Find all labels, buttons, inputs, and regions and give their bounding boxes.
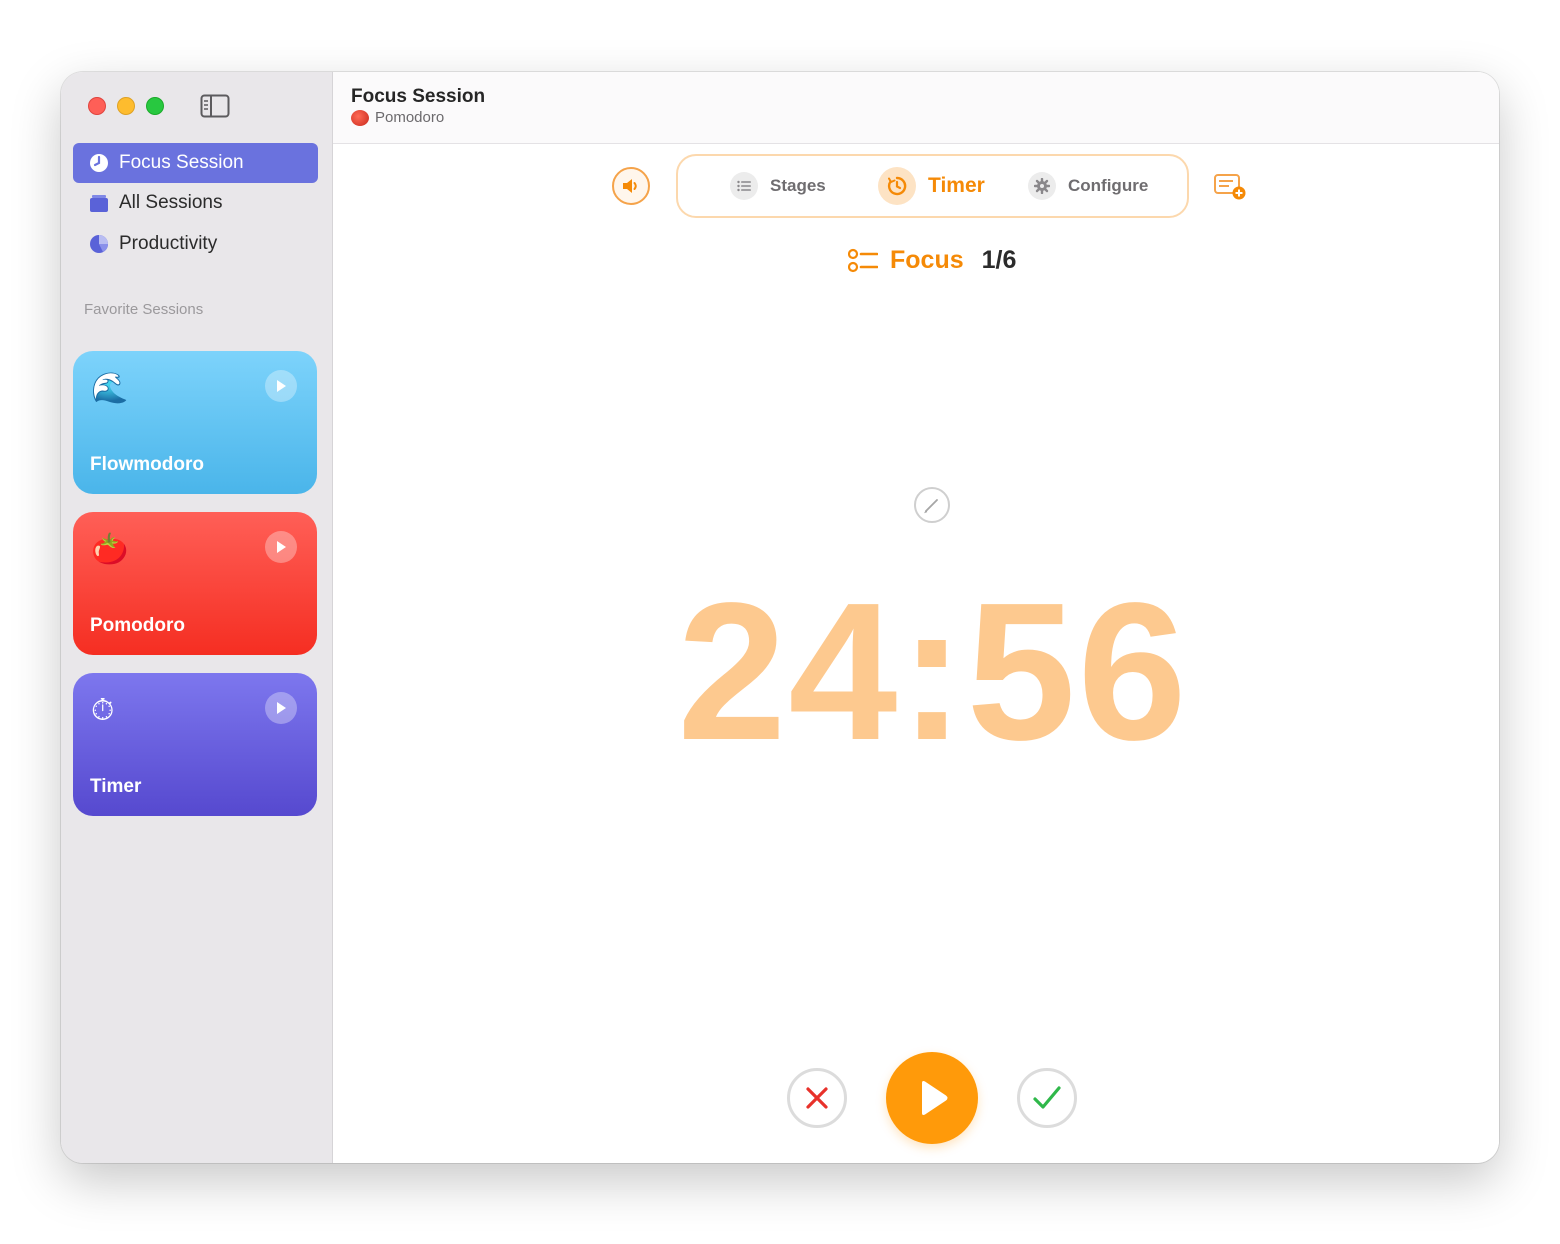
tab-label: Timer bbox=[928, 174, 985, 197]
window-title: Focus Session bbox=[351, 86, 486, 107]
speaker-icon bbox=[623, 179, 637, 193]
sidebar-item-label: Focus Session bbox=[119, 152, 244, 173]
view-segmented-control: Stages Timer Configure bbox=[676, 154, 1189, 218]
timer-display: 24:56 bbox=[677, 562, 1189, 781]
sidebar-toggle-icon[interactable] bbox=[200, 94, 230, 118]
cancel-button[interactable] bbox=[787, 1068, 847, 1128]
stage-indicator: Focus 1/6 bbox=[848, 246, 1016, 275]
favorite-card-timer[interactable]: ⏱ Timer bbox=[73, 673, 317, 816]
zoom-window-button[interactable] bbox=[146, 97, 164, 115]
tab-label: Stages bbox=[770, 176, 826, 195]
sidebar-item-label: All Sessions bbox=[119, 192, 223, 213]
play-icon[interactable] bbox=[265, 692, 297, 724]
gear-icon bbox=[1028, 172, 1056, 200]
stack-icon bbox=[89, 193, 109, 213]
favorite-sessions-heading: Favorite Sessions bbox=[84, 301, 204, 318]
tab-label: Configure bbox=[1068, 176, 1149, 195]
minimize-window-button[interactable] bbox=[117, 97, 135, 115]
tab-timer[interactable]: Timer bbox=[878, 156, 985, 216]
favorite-card-flowmodoro[interactable]: 🌊 Flowmodoro bbox=[73, 351, 317, 494]
tab-stages[interactable]: Stages bbox=[730, 156, 826, 216]
sidebar-item-all-sessions[interactable]: All Sessions bbox=[73, 183, 318, 223]
add-session-icon[interactable] bbox=[1213, 172, 1247, 202]
play-icon[interactable] bbox=[265, 531, 297, 563]
stage-count: 1/6 bbox=[981, 246, 1017, 274]
favorite-card-title: Timer bbox=[90, 776, 142, 797]
play-icon[interactable] bbox=[265, 370, 297, 402]
favorite-card-pomodoro[interactable]: 🍅 Pomodoro bbox=[73, 512, 317, 655]
play-icon bbox=[922, 1081, 948, 1115]
favorite-card-title: Flowmodoro bbox=[90, 454, 204, 475]
timer-icon bbox=[878, 167, 916, 205]
title-bar: Focus Session Pomodoro bbox=[333, 72, 1499, 144]
pie-chart-icon bbox=[89, 234, 109, 254]
sidebar-item-productivity[interactable]: Productivity bbox=[73, 224, 318, 264]
checklist-icon bbox=[848, 248, 878, 272]
checkmark-icon bbox=[1033, 1086, 1061, 1109]
edit-timer-button[interactable] bbox=[914, 487, 950, 523]
play-button[interactable] bbox=[886, 1052, 978, 1144]
window-subtitle: Pomodoro bbox=[351, 109, 444, 126]
tomato-icon bbox=[351, 109, 369, 126]
tab-configure[interactable]: Configure bbox=[1028, 156, 1148, 216]
sidebar: Focus Session All Sessions Productivity … bbox=[61, 72, 333, 1163]
sidebar-item-label: Productivity bbox=[119, 233, 218, 254]
stopwatch-icon: ⏱ bbox=[91, 693, 115, 728]
main-content: Focus Session Pomodoro Stages Timer Conf… bbox=[333, 72, 1499, 1163]
list-icon bbox=[730, 172, 758, 200]
favorite-card-title: Pomodoro bbox=[90, 615, 185, 636]
timer-icon bbox=[89, 153, 109, 173]
wave-icon: 🌊 bbox=[91, 371, 129, 406]
sidebar-nav: Focus Session All Sessions Productivity bbox=[73, 143, 318, 264]
close-icon bbox=[806, 1087, 828, 1109]
subtitle-text: Pomodoro bbox=[375, 109, 445, 126]
app-window: Focus Session All Sessions Productivity … bbox=[61, 72, 1499, 1163]
close-window-button[interactable] bbox=[88, 97, 106, 115]
sound-toggle-button[interactable] bbox=[612, 167, 650, 205]
window-controls bbox=[88, 97, 164, 115]
sidebar-item-focus-session[interactable]: Focus Session bbox=[73, 143, 318, 183]
complete-button[interactable] bbox=[1017, 1068, 1077, 1128]
tomato-icon: 🍅 bbox=[91, 532, 129, 567]
pencil-icon bbox=[924, 499, 938, 514]
stage-name: Focus bbox=[890, 246, 964, 274]
